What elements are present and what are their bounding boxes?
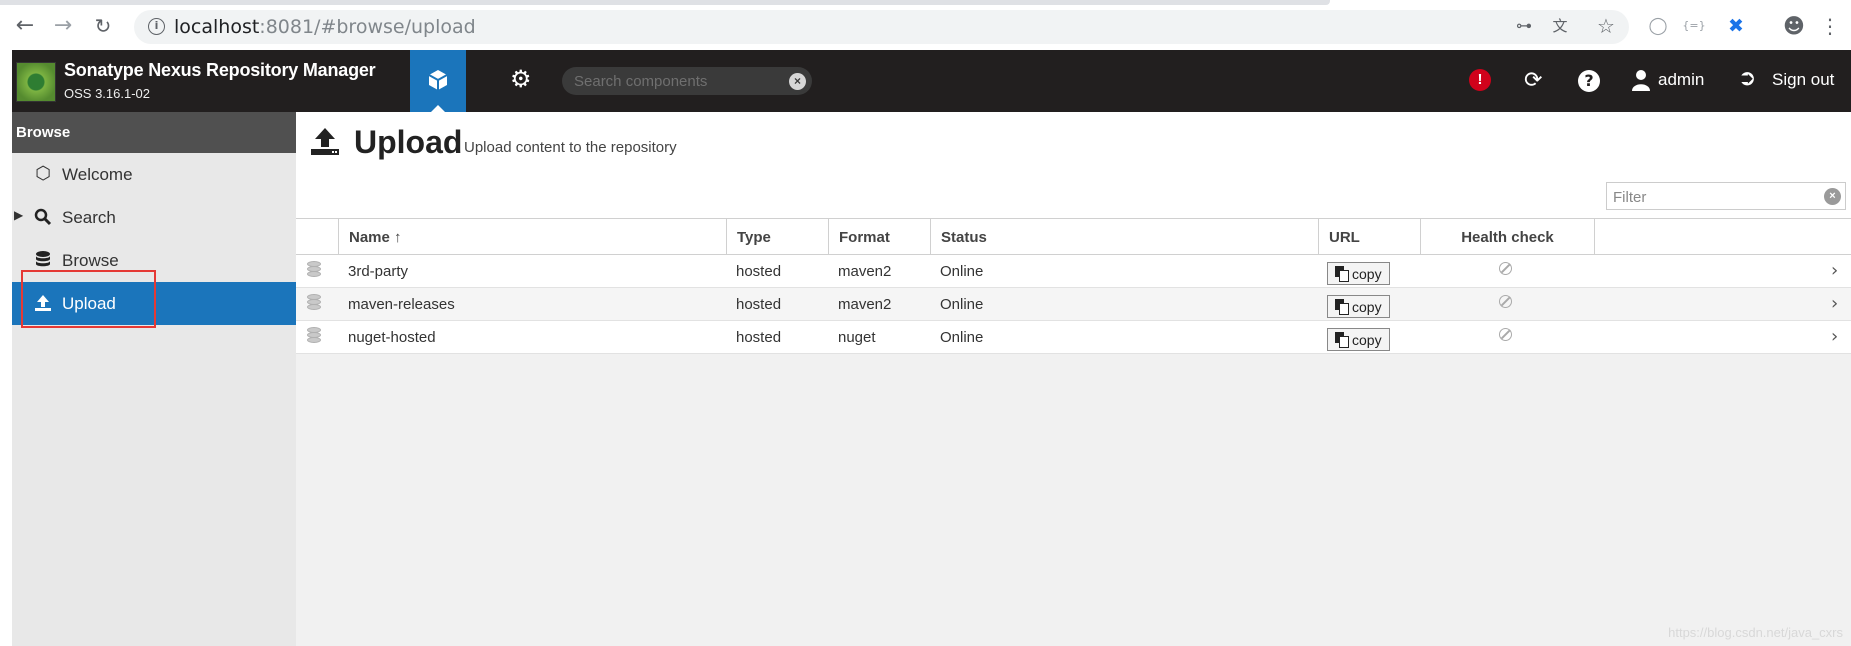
repo-name: nuget-hosted [348,329,436,346]
refresh-icon[interactable]: ⟳ [1524,68,1542,94]
repo-type: hosted [736,263,782,280]
browse-mode-tab[interactable] [410,50,466,113]
database-icon [36,251,50,267]
filter-box[interactable]: × [1606,182,1846,210]
sidebar-item-label: Welcome [62,165,133,184]
sidebar-header: Browse [12,112,296,153]
app-title: Sonatype Nexus Repository Manager [64,60,376,80]
search-icon [34,208,52,226]
copy-icon [1335,332,1349,348]
copy-label: copy [1352,265,1382,282]
extension-circle-icon[interactable]: ◯ [1646,14,1670,38]
tab-strip-edge [0,0,1330,5]
app-version: OSS 3.16.1-02 [64,86,150,101]
key-icon[interactable]: ⊶ [1512,14,1536,38]
browser-menu-icon[interactable]: ⋮ [1818,14,1842,38]
hexagon-icon: ⬡ [35,163,51,184]
page-subtitle: Upload content to the repository [464,139,677,156]
table-row[interactable]: 3rd-party hosted maven2 Online copy › [296,255,1851,288]
user-name: admin [1658,70,1705,89]
chevron-right-icon[interactable]: › [1831,260,1838,281]
repo-name: 3rd-party [348,263,409,280]
sidebar-item-label: Search [62,208,116,227]
column-header-status[interactable]: Status [930,219,1318,255]
back-arrow-icon[interactable]: ← [12,13,38,39]
health-check-disabled-icon[interactable] [1499,295,1512,308]
component-search[interactable]: × [562,67,812,95]
copy-label: copy [1352,331,1382,348]
repo-type: hosted [736,329,782,346]
reload-icon[interactable]: ↻ [90,13,116,39]
sidebar-item-label: Browse [62,251,119,270]
site-info-icon[interactable]: i [148,18,165,35]
sidebar: Browse ⬡ Welcome ▶ Search Browse Upload [12,112,296,646]
health-check-disabled-icon[interactable] [1499,328,1512,341]
url-host: localhost [174,16,260,38]
copy-url-button[interactable]: copy [1327,328,1390,351]
profile-avatar-icon[interactable]: ☻ [1782,14,1806,38]
search-clear-icon[interactable]: × [789,73,806,90]
page-title: Upload [354,124,463,160]
bookmark-star-icon[interactable]: ☆ [1594,14,1618,38]
app-header: Sonatype Nexus Repository Manager OSS 3.… [12,50,1851,113]
chevron-right-icon[interactable]: › [1831,326,1838,347]
copy-label: copy [1352,298,1382,315]
sidebar-item-welcome[interactable]: ⬡ Welcome [12,153,296,196]
extension-json-icon[interactable]: {=} [1682,14,1706,38]
repo-status: Online [940,329,984,346]
repo-format: maven2 [838,263,892,280]
repo-type: hosted [736,296,782,313]
column-header-type[interactable]: Type [726,219,828,255]
column-header-url[interactable]: URL [1318,219,1420,255]
repo-format: maven2 [838,296,892,313]
column-header-name[interactable]: Name ↑ [338,219,726,255]
column-header-icon [296,219,338,255]
column-header-health-check[interactable]: Health check [1420,219,1594,255]
copy-icon [1335,299,1349,315]
address-bar[interactable]: i localhost:8081/#browse/upload [134,10,1629,44]
filter-input[interactable] [1613,188,1813,206]
column-header-extra [1594,219,1851,255]
main-panel: Upload Upload content to the repository … [296,112,1851,646]
user-icon [1632,70,1650,91]
column-header-format[interactable]: Format [828,219,930,255]
repo-status: Online [940,296,984,313]
signout-icon: ➲ [1738,66,1757,91]
help-icon[interactable]: ? [1578,70,1600,92]
sidebar-item-search[interactable]: ▶ Search [12,196,296,239]
search-input[interactable] [574,72,774,90]
grid-header: Name ↑ Type Format Status URL Health che… [296,218,1851,255]
url-rest: :8081/#browse/upload [259,16,476,38]
expand-arrow-icon[interactable]: ▶ [14,208,23,222]
table-row[interactable]: nuget-hosted hosted nuget Online copy › [296,321,1851,354]
nexus-logo [16,62,56,102]
health-check-disabled-icon[interactable] [1499,262,1512,275]
repository-icon [307,261,321,279]
gear-icon: ⚙ [510,65,532,93]
repo-status: Online [940,263,984,280]
admin-mode-tab[interactable]: ⚙ [496,50,546,112]
translate-icon[interactable]: 文 [1548,14,1572,38]
cube-icon [428,70,448,90]
address-url[interactable]: localhost:8081/#browse/upload [174,16,476,38]
highlight-annotation [21,270,156,328]
table-row[interactable]: maven-releases hosted maven2 Online copy… [296,288,1851,321]
upload-icon [311,128,339,155]
repository-icon [307,327,321,345]
filter-clear-icon[interactable]: × [1824,188,1841,205]
signout-label: Sign out [1772,70,1835,89]
watermark: https://blog.csdn.net/java_cxrs [1668,625,1843,640]
copy-icon [1335,266,1349,282]
extension-blue-icon[interactable]: ✖ [1724,14,1748,38]
forward-arrow-icon[interactable]: → [50,13,76,39]
repo-format: nuget [838,329,876,346]
repository-icon [307,294,321,312]
copy-url-button[interactable]: copy [1327,262,1390,285]
browser-toolbar: ← → ↻ i localhost:8081/#browse/upload ⊶ … [0,0,1851,50]
chevron-right-icon[interactable]: › [1831,293,1838,314]
system-alert-icon[interactable]: ! [1469,69,1491,91]
copy-url-button[interactable]: copy [1327,295,1390,318]
repo-name: maven-releases [348,296,455,313]
page-header: Upload Upload content to the repository … [296,112,1851,218]
